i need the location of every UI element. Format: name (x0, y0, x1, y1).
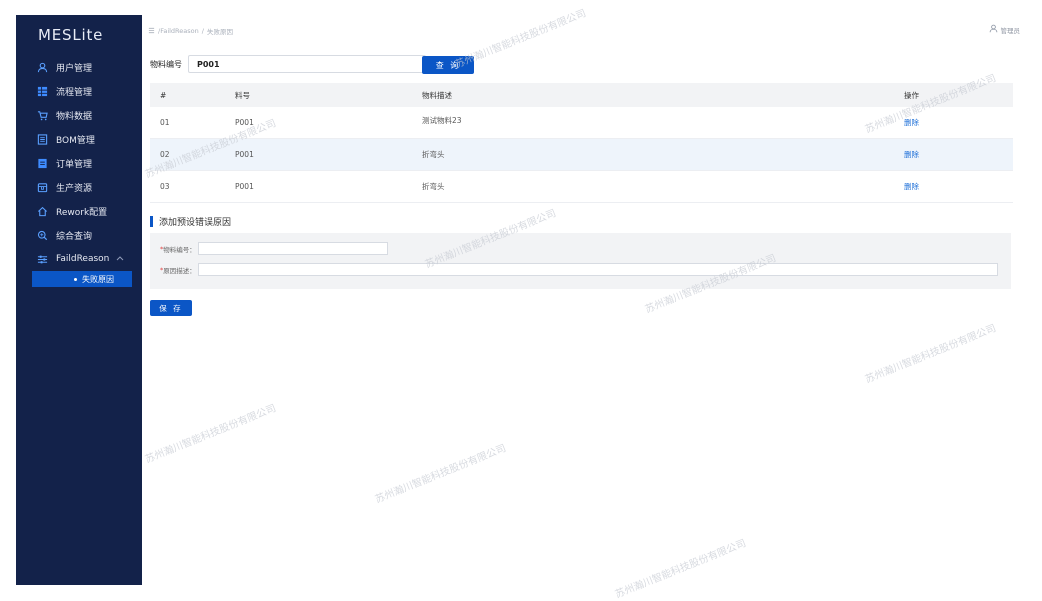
menu-icon[interactable] (148, 27, 155, 36)
material-table: # 料号 物料描述 操作 01 P001 测试物料23 删除 02 P001 折… (150, 83, 1013, 203)
sidebar-item-users[interactable]: 用户管理 (16, 55, 142, 79)
sidebar-item-resources[interactable]: 生产资源 (16, 175, 142, 199)
watermark: 苏州瀚川智能科技股份有限公司 (143, 403, 278, 466)
breadcrumb-current: 失败原因 (206, 28, 233, 36)
sliders-icon (36, 253, 48, 265)
sidebar-item-label: 用户管理 (56, 63, 93, 74)
material-code-input[interactable] (188, 55, 426, 73)
table-row: 02 P001 折弯头 删除 (150, 139, 1013, 171)
sidebar-item-query[interactable]: 综合查询 (16, 223, 142, 247)
cell-code: P001 (235, 182, 254, 191)
bullet-dot (74, 277, 77, 281)
reason-label: 原因描述： (163, 266, 196, 275)
sidebar: MESLite 用户管理 流程管理 物料数据 BOM管理 订单管理 生产资源 R… (16, 15, 142, 585)
sidebar-item-faildreason[interactable]: FaildReason (16, 247, 142, 271)
material-code-row: * 物料编号： (160, 242, 388, 255)
cell-code: P001 (235, 150, 254, 159)
sidebar-item-label: 流程管理 (56, 87, 93, 98)
sidebar-subitem-label: 失败原因 (82, 274, 114, 284)
material-code-label: 物料编号： (163, 245, 196, 254)
cell-index: 01 (160, 118, 170, 127)
user-icon (36, 61, 48, 73)
cell-index: 03 (160, 182, 170, 191)
section-title-text: 添加预设错误原因 (159, 218, 232, 228)
column-header-code: 料号 (235, 90, 250, 100)
column-header-index: # (160, 90, 167, 100)
search-bar: 物料编号 查 询 (150, 55, 474, 74)
table-row: 01 P001 测试物料23 删除 (150, 107, 1013, 139)
watermark: 苏州瀚川智能科技股份有限公司 (373, 443, 508, 506)
chevron-up-icon[interactable] (116, 254, 124, 264)
column-header-description: 物料描述 (422, 90, 452, 100)
material-code-field[interactable] (197, 242, 388, 255)
search-label: 物料编号 (150, 59, 182, 69)
cell-code: P001 (235, 118, 254, 127)
watermark: 苏州瀚川智能科技股份有限公司 (613, 538, 748, 601)
sidebar-item-material[interactable]: 物料数据 (16, 103, 142, 127)
column-header-action: 操作 (904, 90, 919, 100)
sidebar-item-label: 物料数据 (56, 111, 93, 122)
table-header: # 料号 物料描述 操作 (150, 83, 1013, 107)
home-icon (36, 205, 48, 217)
cell-description: 折弯头 (422, 182, 445, 191)
sidebar-item-orders[interactable]: 订单管理 (16, 151, 142, 175)
breadcrumb-parent[interactable]: /FaildReason (158, 27, 199, 35)
title-accent-bar (150, 216, 153, 227)
sidebar-item-label: 订单管理 (56, 159, 93, 170)
delete-link[interactable]: 删除 (904, 118, 919, 127)
watermark: 苏州瀚川智能科技股份有限公司 (863, 323, 998, 386)
query-button[interactable]: 查 询 (422, 56, 474, 74)
delete-link[interactable]: 删除 (904, 150, 919, 159)
sidebar-item-bom[interactable]: BOM管理 (16, 127, 142, 151)
reason-row: * 原因描述： (160, 263, 998, 276)
breadcrumb: /FaildReason / 失败原因 (148, 26, 233, 36)
cell-description: 测试物料23 (422, 116, 462, 125)
list-box-icon (36, 133, 48, 145)
sidebar-item-label: FaildReason (56, 254, 110, 264)
delete-link[interactable]: 删除 (904, 182, 919, 191)
add-reason-form: * 物料编号： * 原因描述： (150, 233, 1011, 289)
sidebar-item-label: BOM管理 (56, 135, 95, 146)
sidebar-item-label: 综合查询 (56, 231, 93, 242)
save-button[interactable]: 保 存 (150, 300, 192, 316)
table-row: 03 P001 折弯头 删除 (150, 171, 1013, 203)
app-logo: MESLite (38, 26, 104, 44)
cart-icon (36, 109, 48, 121)
grid-icon (36, 85, 48, 97)
top-bar: /FaildReason / 失败原因 管理员 (148, 22, 1024, 38)
sidebar-item-label: Rework配置 (56, 207, 108, 218)
user-name: 管理员 (1000, 26, 1021, 35)
sidebar-item-process[interactable]: 流程管理 (16, 79, 142, 103)
user-icon (989, 24, 998, 35)
sidebar-item-label: 生产资源 (56, 183, 93, 194)
cell-description: 折弯头 (422, 150, 445, 159)
cell-index: 02 (160, 150, 170, 159)
search-icon (36, 229, 48, 241)
reason-description-field[interactable] (197, 263, 998, 276)
section-title: 添加预设错误原因 (150, 215, 231, 228)
user-menu[interactable]: 管理员 (989, 24, 1021, 35)
sidebar-item-rework[interactable]: Rework配置 (16, 199, 142, 223)
box-icon (36, 181, 48, 193)
sidebar-subitem-fail-reason[interactable]: 失败原因 (32, 271, 132, 287)
document-icon (36, 157, 48, 169)
